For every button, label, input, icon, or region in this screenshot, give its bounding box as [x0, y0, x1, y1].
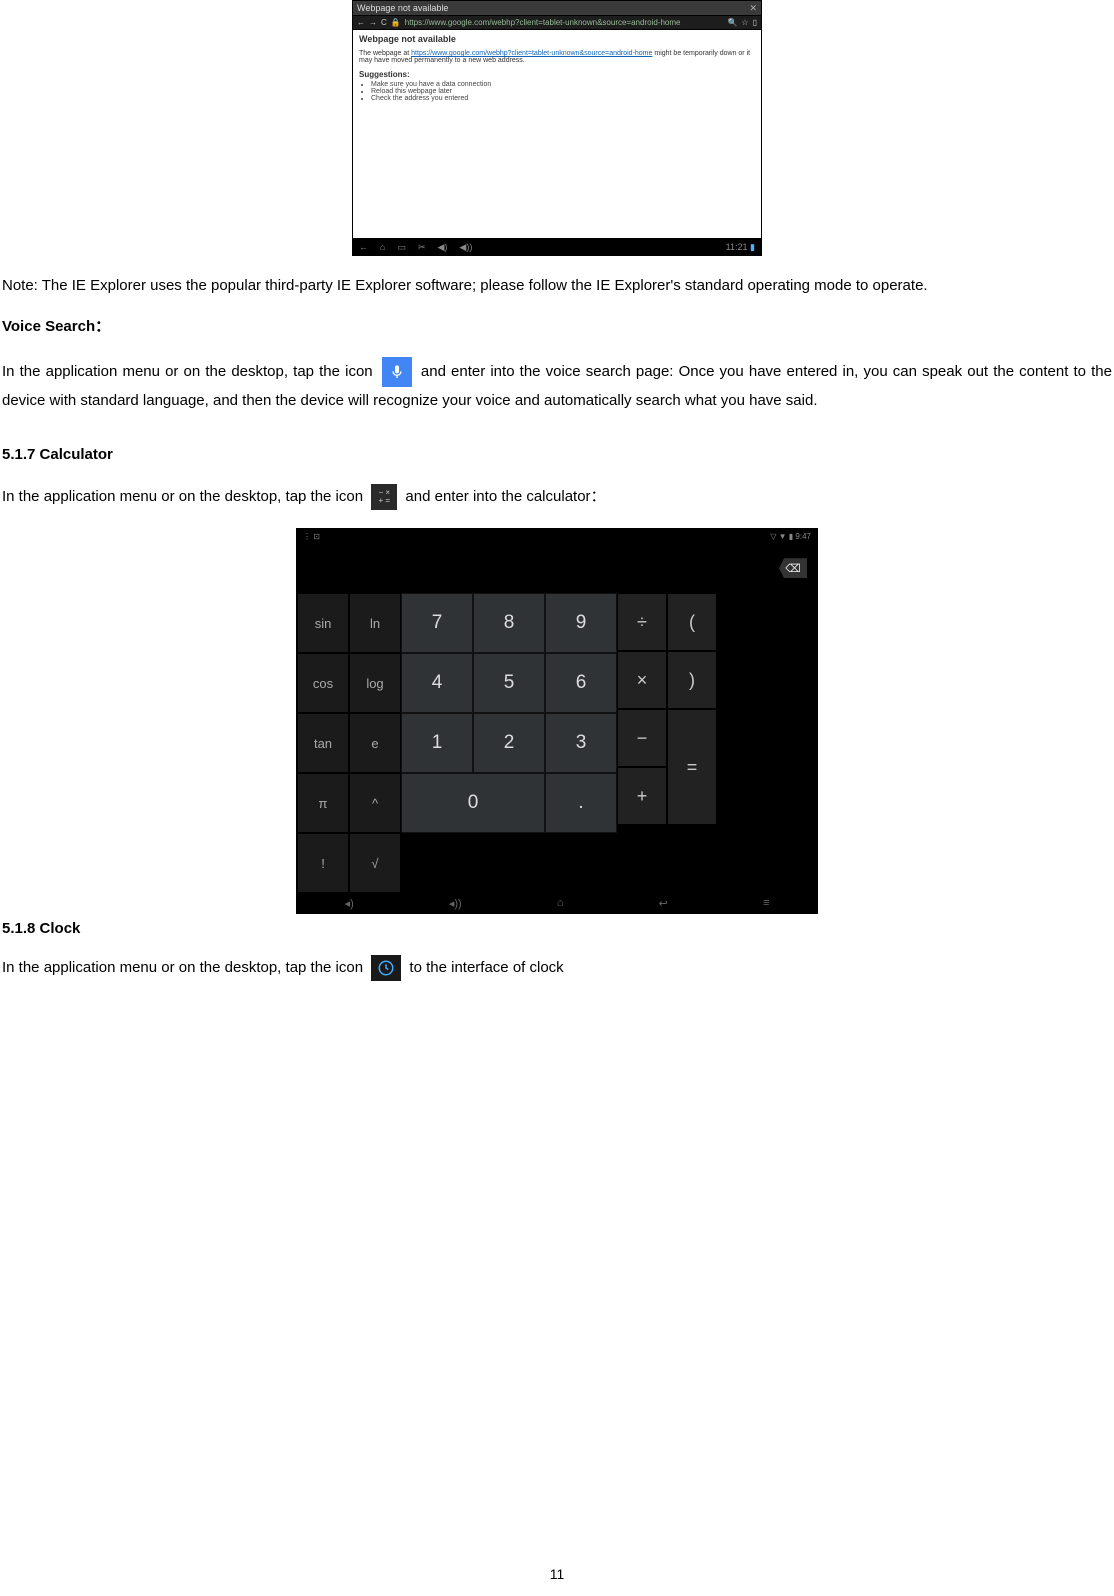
calc-key-pow[interactable]: ^ — [349, 773, 401, 833]
suggestions-label: Suggestions: — [359, 70, 755, 79]
calc-key-minus[interactable]: − — [617, 709, 667, 767]
android-navbar-calc: ◂) ◂)) ⌂ ↩ ≡ — [297, 893, 817, 913]
calc-key-2[interactable]: 2 — [473, 713, 545, 773]
browser-tab: Webpage not available ✕ — [352, 0, 762, 16]
close-icon: ✕ — [749, 3, 757, 14]
calc-key-3[interactable]: 3 — [545, 713, 617, 773]
clock-icon — [371, 955, 401, 981]
calc-key-pi[interactable]: π — [297, 773, 349, 833]
screenshot-nav-icon: ✂ — [418, 242, 426, 253]
volup-nav-icon: ◀)) — [459, 242, 472, 253]
calc-key-dot[interactable]: . — [545, 773, 617, 833]
forward-icon: → — [369, 18, 377, 27]
voldown-icon: ◂) — [345, 897, 354, 910]
calc-key-sqrt[interactable]: √ — [349, 833, 401, 893]
calc-key-multiply[interactable]: × — [617, 651, 667, 709]
error-url: https://www.google.com/webhp?client=tabl… — [411, 50, 652, 57]
calc-key-ln[interactable]: ln — [349, 593, 401, 653]
calc-operator-keys: ÷ ( × ) − = + — [617, 593, 717, 893]
browser-address-bar: ← → C 🔒 https://www.google.com/webhp?cli… — [352, 16, 762, 30]
calc-display: ⌫ — [297, 543, 817, 593]
recent-icon: ≡ — [763, 897, 769, 909]
calc-status-left: ⋮ ⊡ — [303, 532, 320, 541]
calc-key-cos[interactable]: cos — [297, 653, 349, 713]
recent-nav-icon: ▭ — [397, 242, 406, 253]
calc-key-9[interactable]: 9 — [545, 593, 617, 653]
calc-key-log[interactable]: log — [349, 653, 401, 713]
calculator-paragraph: In the application menu or on the deskto… — [0, 484, 1114, 510]
calc-number-keys: 7 8 9 4 5 6 1 2 3 0 . — [401, 593, 617, 833]
calc-key-lparen[interactable]: ( — [667, 593, 717, 651]
calculator-screenshot: ⋮ ⊡ ▽ ▼ ▮ 9:47 ⌫ sin ln cos log tan e π … — [296, 528, 818, 914]
calc-key-tan[interactable]: tan — [297, 713, 349, 773]
back-icon: ← — [357, 18, 365, 27]
calc-key-1[interactable]: 1 — [401, 713, 473, 773]
home-icon: ⌂ — [557, 897, 564, 909]
reload-icon: C — [381, 18, 387, 27]
suggestions-list: Make sure you have a data connection Rel… — [371, 81, 755, 102]
calc-key-7[interactable]: 7 — [401, 593, 473, 653]
calc-key-fact[interactable]: ! — [297, 833, 349, 893]
calc-key-5[interactable]: 5 — [473, 653, 545, 713]
browser-error-screenshot: Webpage not available ✕ ← → C 🔒 https://… — [352, 0, 762, 256]
error-heading: Webpage not available — [359, 34, 456, 44]
voice-search-heading: Voice Search： — [0, 315, 1114, 338]
page-number: 11 — [0, 1566, 1114, 1582]
microphone-icon — [382, 357, 412, 387]
voice-search-paragraph: In the application menu or on the deskto… — [0, 357, 1114, 416]
calc-key-divide[interactable]: ÷ — [617, 593, 667, 651]
home-nav-icon: ⌂ — [380, 242, 385, 253]
search-icon: 🔍 — [727, 18, 737, 27]
android-navbar: ← ⌂ ▭ ✂ ◀) ◀)) 11:21 ▮ — [352, 239, 762, 256]
browser-body: Webpage not available The webpage at htt… — [352, 30, 762, 239]
calc-key-plus[interactable]: + — [617, 767, 667, 825]
browser-tab-title: Webpage not available — [357, 3, 448, 13]
calc-key-6[interactable]: 6 — [545, 653, 617, 713]
calc-key-sin[interactable]: sin — [297, 593, 349, 653]
calc-key-8[interactable]: 8 — [473, 593, 545, 653]
volup-icon: ◂)) — [449, 897, 462, 910]
calc-status-right: ▽ ▼ ▮ 9:47 — [770, 532, 811, 541]
calc-key-4[interactable]: 4 — [401, 653, 473, 713]
note-paragraph: Note: The IE Explorer uses the popular t… — [0, 274, 1114, 297]
clock-heading: 5.1.8 Clock — [0, 920, 1114, 937]
calc-key-equals[interactable]: = — [667, 709, 717, 825]
bookmark-icon: ☆ — [741, 18, 748, 27]
calc-key-e[interactable]: e — [349, 713, 401, 773]
status-time: 11:21 — [726, 242, 748, 252]
clock-paragraph: In the application menu or on the deskto… — [0, 955, 1114, 981]
back-nav-icon: ← — [359, 242, 368, 253]
calc-key-0[interactable]: 0 — [401, 773, 545, 833]
back-icon: ↩ — [659, 897, 668, 910]
backspace-button[interactable]: ⌫ — [779, 558, 807, 578]
url-text: https://www.google.com/webhp?client=tabl… — [405, 18, 724, 27]
lock-icon: 🔒 — [391, 18, 401, 27]
calculator-icon: − ×+ = — [371, 484, 397, 510]
battery-icon: ▮ — [750, 242, 755, 252]
calc-function-keys: sin ln cos log tan e π ^ ! √ — [297, 593, 401, 893]
menu-icon: ▯ — [753, 18, 757, 27]
calc-key-rparen[interactable]: ) — [667, 651, 717, 709]
calculator-heading: 5.1.7 Calculator — [0, 443, 1114, 466]
voldown-nav-icon: ◀) — [438, 242, 448, 253]
